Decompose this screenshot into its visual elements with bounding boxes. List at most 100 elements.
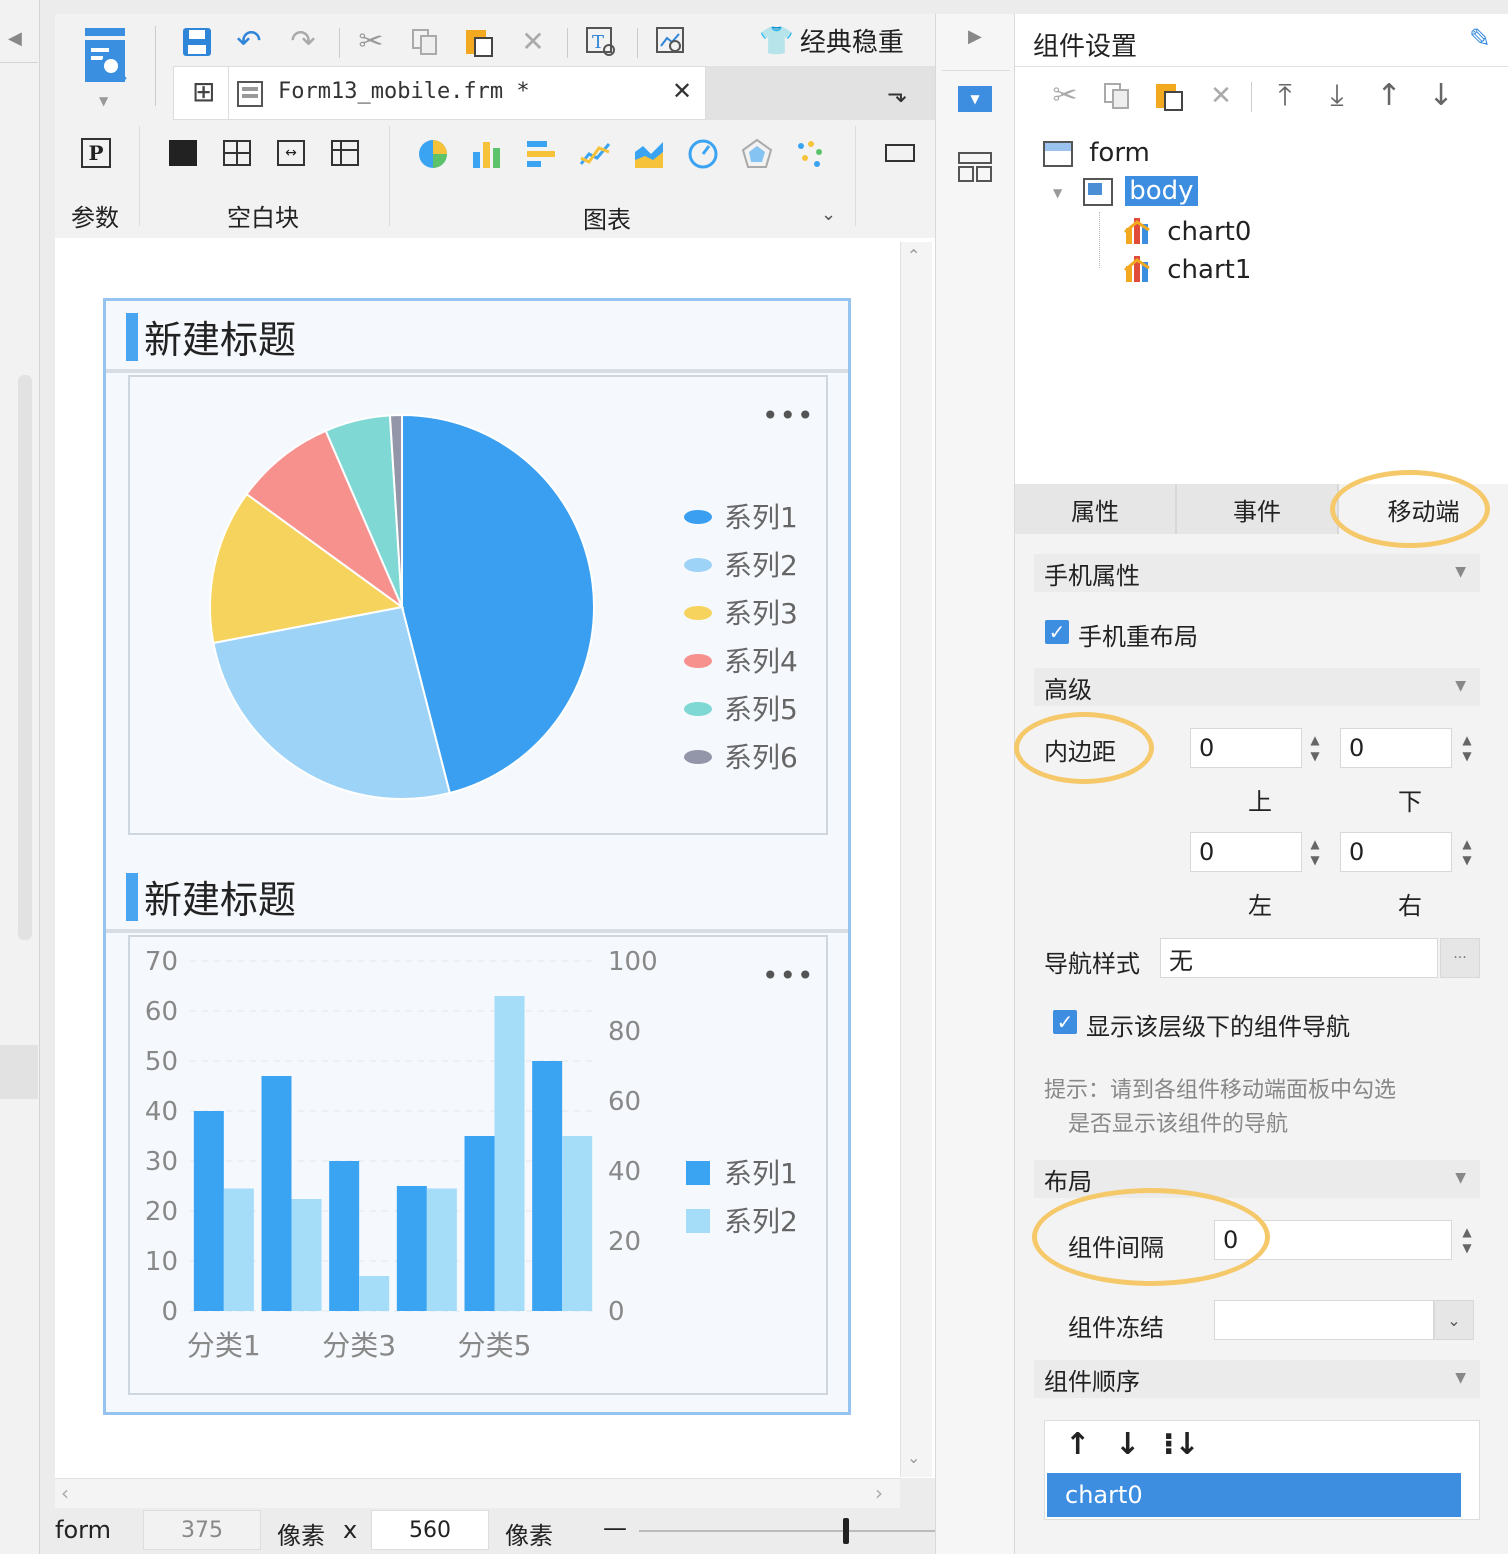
preview-dropdown-icon[interactable]: ▼ bbox=[99, 94, 108, 108]
pie-chart-icon[interactable] bbox=[417, 138, 449, 174]
tree-node-body[interactable]: body bbox=[1083, 176, 1198, 206]
group-blank-label: 空白块 bbox=[227, 204, 299, 232]
section-collapse-icon: ▼ bbox=[1455, 1170, 1466, 1186]
move-bottom-icon[interactable]: ⤓ bbox=[1317, 76, 1357, 116]
tree-node-chart1[interactable]: chart1 bbox=[1123, 252, 1251, 289]
section-advanced[interactable]: 高级 ▼ bbox=[1034, 668, 1480, 706]
block-grid-icon[interactable] bbox=[223, 140, 251, 166]
grid-add-icon[interactable]: ⊞ bbox=[192, 75, 215, 108]
padding-right-input[interactable]: 0 bbox=[1340, 832, 1452, 872]
gauge-chart-icon[interactable] bbox=[687, 138, 719, 174]
move-top-icon[interactable]: ⤒ bbox=[1265, 76, 1305, 116]
copy-icon[interactable] bbox=[405, 22, 445, 62]
padding-right-stepper[interactable]: ▲ ▼ bbox=[1454, 832, 1480, 872]
block-table-icon[interactable] bbox=[331, 140, 359, 166]
status-bar: form 375 像素 x 560 像素 — bbox=[55, 1508, 935, 1554]
chart1[interactable]: ••• 0 10 20 30 40 50 60 70 0 20 40 60 80 100 分类1 分类3 分类5… bbox=[128, 935, 828, 1395]
padding-top-input[interactable]: 0 bbox=[1190, 728, 1302, 768]
chart0[interactable]: ••• 系列1 系列2 系列3 系列4 系列5 系列6 bbox=[128, 375, 828, 835]
collapse-left-icon[interactable]: ◀ bbox=[8, 28, 22, 49]
section-order[interactable]: 组件顺序 ▼ bbox=[1034, 1360, 1480, 1398]
frame-widget-icon[interactable] bbox=[885, 144, 915, 162]
move-up-icon[interactable]: ↑ bbox=[1369, 76, 1409, 116]
tree-collapse-icon[interactable]: ▼ bbox=[1053, 186, 1062, 200]
close-tab-icon[interactable]: ✕ bbox=[672, 77, 692, 105]
scroll-left-icon[interactable]: ‹ bbox=[61, 1481, 69, 1505]
padding-left-input[interactable]: 0 bbox=[1190, 832, 1302, 872]
scroll-right-icon[interactable]: › bbox=[875, 1481, 883, 1505]
padding-bottom-stepper[interactable]: ▲ ▼ bbox=[1454, 728, 1480, 768]
edit-pen-icon[interactable]: ✎ bbox=[1469, 24, 1491, 54]
move-down-icon[interactable]: ↓ bbox=[1421, 76, 1461, 116]
tab-menu-icon[interactable]: ⬎ bbox=[887, 80, 907, 108]
block-tab-icon[interactable]: ↔ bbox=[277, 140, 305, 166]
tree-cut-icon[interactable]: ✂ bbox=[1045, 76, 1085, 116]
cut-icon[interactable]: ✂ bbox=[351, 22, 391, 62]
nav-style-more-button[interactable]: ··· bbox=[1440, 938, 1480, 978]
freeze-select[interactable] bbox=[1214, 1300, 1434, 1340]
padding-top-stepper[interactable]: ▲ ▼ bbox=[1302, 728, 1328, 768]
save-icon[interactable] bbox=[177, 22, 217, 62]
height-input[interactable]: 560 bbox=[371, 1510, 489, 1550]
line-chart-icon[interactable] bbox=[579, 138, 611, 174]
chart-expand-icon[interactable]: ⌄ bbox=[821, 204, 836, 225]
preview-button[interactable] bbox=[83, 26, 127, 86]
hbar-chart-icon[interactable] bbox=[525, 138, 557, 174]
tree-copy-icon[interactable] bbox=[1097, 76, 1137, 116]
form-node-icon bbox=[1043, 140, 1073, 167]
delete-icon[interactable]: ✕ bbox=[513, 22, 553, 62]
file-tab[interactable]: ⊞ Form13_mobile.frm * ✕ bbox=[173, 66, 706, 120]
tree-node-form[interactable]: form bbox=[1043, 138, 1150, 168]
show-nav-checkbox[interactable]: ✓ bbox=[1053, 1010, 1077, 1034]
order-up-icon[interactable]: ↑ bbox=[1065, 1427, 1090, 1462]
zoom-slider-track[interactable] bbox=[639, 1530, 935, 1532]
text-widget-icon[interactable]: T bbox=[581, 22, 621, 62]
order-sort-icon[interactable]: ⁝↓ bbox=[1163, 1427, 1200, 1462]
bar bbox=[193, 1111, 224, 1311]
redo-icon[interactable]: ↷ bbox=[283, 22, 323, 62]
zoom-out-button[interactable]: — bbox=[603, 1514, 627, 1542]
layout-icon[interactable] bbox=[958, 152, 992, 186]
parameter-icon[interactable]: P bbox=[81, 138, 111, 168]
tree-node-chart0[interactable]: chart0 bbox=[1123, 214, 1251, 251]
zoom-slider-handle[interactable] bbox=[843, 1518, 849, 1544]
chart0-title-bar[interactable]: 新建标题 bbox=[106, 301, 848, 373]
left-scrollbar[interactable] bbox=[18, 375, 32, 940]
freeze-dropdown-icon[interactable]: ⌄ bbox=[1434, 1300, 1474, 1340]
order-down-icon[interactable]: ↓ bbox=[1115, 1427, 1140, 1462]
padding-top-label: 上 bbox=[1248, 788, 1272, 816]
area-chart-icon[interactable] bbox=[633, 138, 665, 174]
radar-chart-icon[interactable] bbox=[741, 138, 773, 174]
widget-settings-toggle[interactable]: ▼ bbox=[958, 86, 992, 112]
order-list-item[interactable]: chart0 bbox=[1047, 1473, 1461, 1517]
paste-icon[interactable] bbox=[459, 22, 499, 62]
padding-bottom-input[interactable]: 0 bbox=[1340, 728, 1452, 768]
tree-paste-icon[interactable] bbox=[1149, 76, 1189, 116]
gap-stepper[interactable]: ▲ ▼ bbox=[1454, 1220, 1480, 1260]
chart-preview-icon[interactable] bbox=[651, 22, 691, 62]
relayout-checkbox[interactable]: ✓ bbox=[1045, 620, 1069, 644]
bar-chart-icon[interactable] bbox=[471, 138, 503, 174]
block-absolute-icon[interactable] bbox=[169, 140, 197, 166]
scroll-up-icon[interactable]: ⌃ bbox=[907, 246, 920, 265]
scroll-down-icon[interactable]: ⌄ bbox=[907, 1448, 920, 1467]
chart1-title-bar[interactable]: 新建标题 bbox=[106, 861, 848, 933]
mobile-body-frame[interactable]: 新建标题 ••• 系列1 系列2 系列3 系列4 系列5 系列6 新建标题 ••• 0 10… bbox=[103, 298, 851, 1415]
tab-events[interactable]: 事件 bbox=[1177, 484, 1339, 534]
style-theme-button[interactable]: 👕 经典稳重 bbox=[759, 22, 904, 59]
padding-left-stepper[interactable]: ▲ ▼ bbox=[1302, 832, 1328, 872]
expand-right-icon[interactable]: ▶ bbox=[968, 26, 982, 47]
bar bbox=[532, 1061, 563, 1311]
horizontal-scrollbar[interactable]: ‹ › bbox=[55, 1478, 900, 1508]
nav-style-field[interactable]: 无 bbox=[1160, 938, 1438, 978]
section-phone-properties[interactable]: 手机属性 ▼ bbox=[1034, 554, 1480, 592]
tab-properties[interactable]: 属性 bbox=[1015, 484, 1177, 534]
vertical-scrollbar[interactable]: ⌃ ⌄ bbox=[900, 242, 932, 1477]
group-chart-label: 图表 bbox=[583, 206, 631, 234]
bar-chart: 0 10 20 30 40 50 60 70 0 20 40 60 80 100 分类1 分类3 分类5 系列1 系… bbox=[145, 947, 798, 1362]
scatter-chart-icon[interactable] bbox=[795, 138, 827, 174]
width-input[interactable]: 375 bbox=[143, 1510, 261, 1550]
y-left-tick: 0 bbox=[161, 1297, 178, 1327]
undo-icon[interactable]: ↶ bbox=[229, 22, 269, 62]
tree-delete-icon[interactable]: ✕ bbox=[1201, 76, 1241, 116]
